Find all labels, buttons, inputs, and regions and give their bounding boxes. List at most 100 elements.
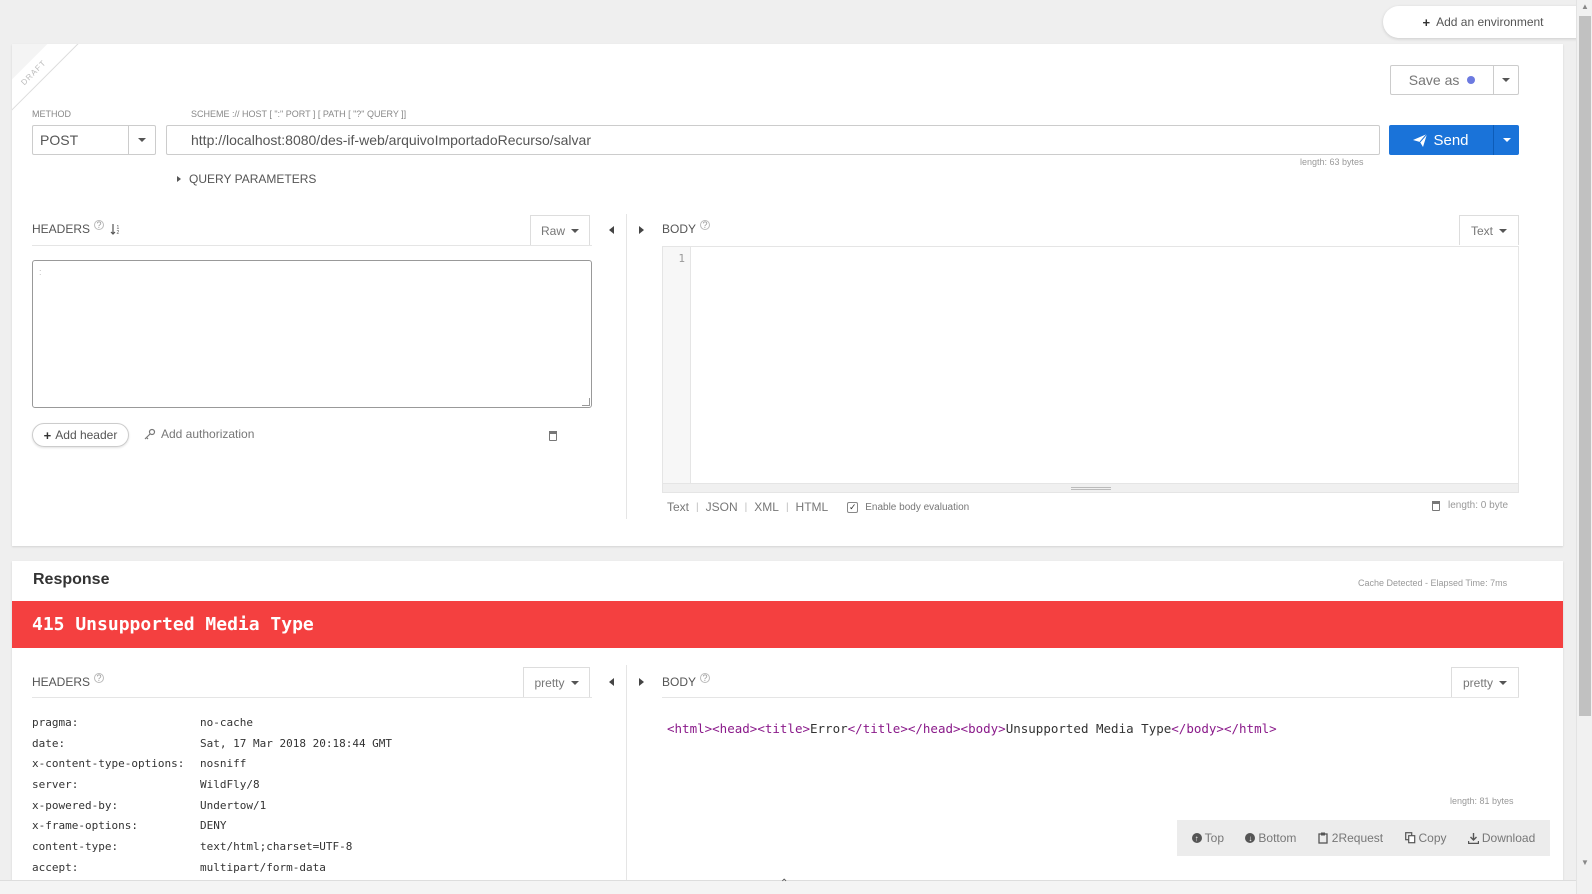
- url-length: length: 63 bytes: [1300, 157, 1364, 167]
- collapse-left-icon[interactable]: [609, 678, 614, 686]
- headers-divider: [32, 245, 592, 246]
- body-evaluation-checkbox[interactable]: ✓: [847, 501, 859, 513]
- collapse-right-icon[interactable]: [639, 678, 644, 686]
- url-value: http://localhost:8080/des-if-web/arquivo…: [191, 132, 591, 148]
- add-header-label: Add header: [55, 428, 118, 442]
- page-scrollbar[interactable]: ▲ ▼: [1576, 0, 1592, 894]
- headers-textarea[interactable]: :: [32, 260, 592, 408]
- header-value: Sat, 17 Mar 2018 20:18:44 GMT: [200, 736, 393, 750]
- method-value: POST: [40, 132, 79, 148]
- body-evaluation-label: Enable body evaluation: [865, 501, 970, 513]
- body-text: Error: [810, 721, 848, 736]
- header-row: x-frame-options: DENY: [32, 819, 392, 840]
- header-value: Undertow/1: [200, 798, 267, 812]
- chevron-up-icon[interactable]: ⌃: [780, 878, 788, 889]
- help-icon[interactable]: ?: [700, 673, 711, 683]
- add-header-button[interactable]: + Add header: [32, 423, 129, 447]
- add-authorization-label: Add authorization: [161, 427, 255, 441]
- help-icon[interactable]: ?: [94, 220, 105, 230]
- svg-text:2: 2: [117, 230, 120, 235]
- resize-grip-icon[interactable]: [582, 398, 590, 406]
- header-key: accept:: [32, 860, 79, 874]
- cache-info: Cache Detected - Elapsed Time: 7ms: [1358, 578, 1508, 588]
- response-headers-mode-value: pretty: [534, 675, 565, 690]
- response-panel-splitter: [626, 665, 627, 894]
- scroll-bottom-button[interactable]: ↓ Bottom: [1245, 831, 1296, 845]
- scroll-down-arrow-icon[interactable]: ▼: [1577, 858, 1592, 867]
- body-mode-xml[interactable]: XML: [754, 500, 779, 514]
- header-key: x-powered-by:: [32, 798, 119, 812]
- help-icon[interactable]: ?: [94, 673, 105, 683]
- scrollbar-thumb[interactable]: [1579, 16, 1591, 716]
- editor-resize-handle[interactable]: [663, 483, 1518, 492]
- html-tag: </title>: [847, 721, 908, 736]
- caret-down-icon: [138, 138, 146, 142]
- collapse-left-icon[interactable]: [609, 226, 614, 234]
- paper-plane-icon: [1413, 133, 1428, 147]
- header-row: x-powered-by: Undertow/1: [32, 799, 392, 820]
- header-row: date: Sat, 17 Mar 2018 20:18:44 GMT: [32, 737, 392, 758]
- caret-down-icon: [1499, 228, 1507, 233]
- arrow-up-icon: ↑: [1191, 833, 1202, 843]
- bottom-bar: ⌃: [0, 878, 1576, 894]
- plus-icon: +: [43, 427, 52, 443]
- url-input[interactable]: http://localhost:8080/des-if-web/arquivo…: [166, 125, 1380, 155]
- headers-placeholder: :: [39, 267, 42, 277]
- unsaved-dot-icon: [1467, 76, 1476, 84]
- header-key: content-type:: [32, 840, 119, 854]
- send-dropdown-toggle[interactable]: [1493, 125, 1519, 155]
- line-number-gutter: 1: [663, 247, 691, 492]
- trash-icon[interactable]: [549, 431, 557, 441]
- collapse-right-icon[interactable]: [639, 226, 644, 234]
- response-body-length: length: 81 bytes: [1450, 796, 1514, 806]
- sort-icon[interactable]: 12: [110, 223, 122, 235]
- help-icon[interactable]: ?: [700, 220, 711, 230]
- html-tag: </body>: [1171, 721, 1224, 736]
- caret-down-icon: [570, 680, 579, 685]
- scroll-up-arrow-icon[interactable]: ▲: [1577, 2, 1592, 11]
- body-length-info: length: 0 byte: [1432, 500, 1508, 511]
- header-row: content-type: text/html;charset=UTF-8: [32, 840, 392, 861]
- expand-arrow-icon: [177, 176, 181, 182]
- save-as-label: Save as: [1408, 72, 1460, 88]
- body-mode-dropdown[interactable]: Text: [1459, 215, 1519, 245]
- send-button[interactable]: Send: [1389, 125, 1519, 155]
- save-as-button[interactable]: Save as: [1390, 65, 1519, 95]
- header-key: x-frame-options:: [32, 819, 138, 833]
- query-parameters-toggle[interactable]: QUERY PARAMETERS: [177, 172, 316, 186]
- response-headers-label: HEADERS: [32, 675, 91, 689]
- grip-icon: [1070, 487, 1111, 490]
- query-parameters-label: QUERY PARAMETERS: [189, 172, 317, 186]
- caret-down-icon: [1502, 78, 1511, 82]
- method-dropdown-toggle[interactable]: [128, 126, 155, 154]
- header-value: nosniff: [200, 757, 247, 771]
- caret-down-icon: [1502, 138, 1511, 142]
- add-authorization-link[interactable]: Add authorization: [144, 427, 254, 441]
- status-banner: 415 Unsupported Media Type: [12, 601, 1563, 648]
- header-value: WildFly/8: [200, 778, 260, 792]
- scroll-top-button[interactable]: ↑ Top: [1191, 831, 1224, 845]
- add-environment-button[interactable]: + Add an environment: [1383, 6, 1583, 38]
- header-value: text/html;charset=UTF-8: [200, 840, 353, 854]
- header-value: no-cache: [200, 716, 253, 729]
- request-panel: DRAFT METHOD POST SCHEME :// HOST [ ":" …: [12, 44, 1563, 546]
- request-body-title: BODY ?: [662, 220, 711, 236]
- method-select[interactable]: POST: [32, 125, 156, 155]
- body-mode-html[interactable]: HTML: [796, 500, 829, 514]
- headers-mode-dropdown[interactable]: Raw: [530, 215, 590, 245]
- copy-button[interactable]: Copy: [1404, 831, 1447, 845]
- header-value: multipart/form-data: [200, 860, 326, 874]
- save-dropdown-toggle[interactable]: [1493, 66, 1518, 94]
- download-button[interactable]: Download: [1467, 831, 1535, 845]
- response-body-title: BODY ?: [662, 673, 711, 689]
- panel-splitter: [626, 214, 627, 519]
- trash-icon[interactable]: [1432, 500, 1440, 511]
- to-request-button[interactable]: 2Request: [1318, 831, 1383, 845]
- response-headers-mode-dropdown[interactable]: pretty: [523, 667, 590, 697]
- response-body-mode-dropdown[interactable]: pretty: [1451, 667, 1519, 697]
- body-mode-text[interactable]: Text: [667, 500, 689, 514]
- body-editor[interactable]: 1: [662, 246, 1519, 493]
- body-mode-json[interactable]: JSON: [706, 500, 738, 514]
- response-headers-list: pragma: no-cache date: Sat, 17 Mar 2018 20…: [32, 716, 392, 882]
- plus-icon: +: [1422, 14, 1431, 30]
